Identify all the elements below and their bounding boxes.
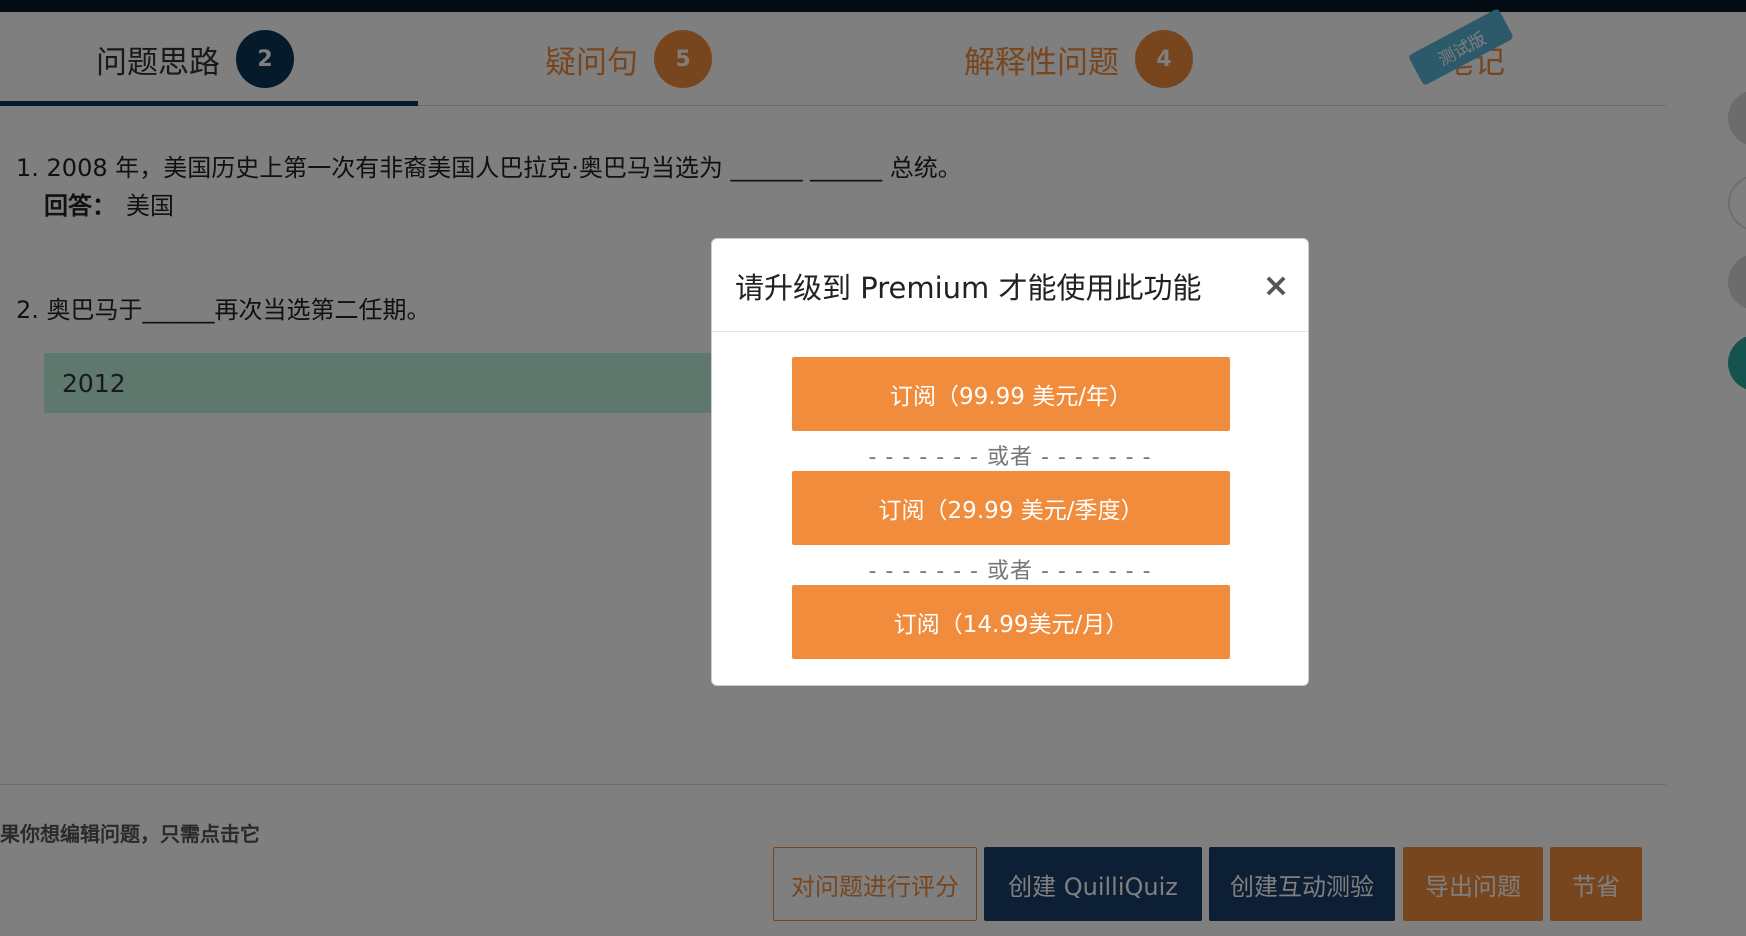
upgrade-modal: 请升级到 Premium 才能使用此功能 × 订阅（99.99 美元/年） - … [711, 238, 1309, 686]
subscribe-monthly-button[interactable]: 订阅（14.99美元/月） [792, 585, 1230, 659]
or-separator: - - - - - - - 或者 - - - - - - - [868, 559, 1152, 584]
close-icon[interactable]: × [1257, 261, 1295, 309]
subscribe-yearly-button[interactable]: 订阅（99.99 美元/年） [792, 357, 1230, 431]
or-separator: - - - - - - - 或者 - - - - - - - [868, 445, 1152, 470]
modal-title: 请升级到 Premium 才能使用此功能 [735, 270, 1202, 305]
modal-header: 请升级到 Premium 才能使用此功能 × [712, 239, 1308, 332]
subscribe-quarterly-button[interactable]: 订阅（29.99 美元/季度） [792, 471, 1230, 545]
